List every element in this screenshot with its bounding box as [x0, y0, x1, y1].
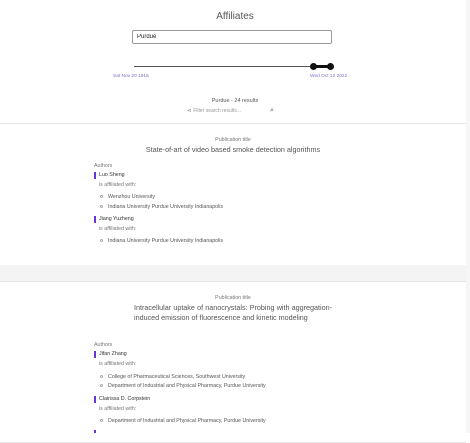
date-range-start-label: Sat Nov 20 1915 — [113, 74, 149, 79]
date-range-end-label: Wed Oct 12 2022 — [310, 74, 348, 79]
filter-placeholder: Filter search results... — [193, 108, 241, 114]
results-summary: Purdue - 24 results — [211, 98, 259, 104]
affiliation-item: Indiana University Purdue University Ind… — [100, 238, 223, 244]
page-title: Affiliates — [216, 11, 254, 22]
affiliation-name: Indiana University Purdue University Ind… — [108, 238, 224, 244]
bullet-icon — [100, 205, 103, 209]
affiliation-item: College of Pharmaceutical Sciences, Sout… — [100, 374, 245, 380]
date-range-track — [134, 66, 332, 67]
bullet-icon — [100, 375, 103, 379]
affiliated-with-label: is affiliated with: — [99, 226, 137, 232]
affiliation-name: Department of Industrial and Physical Ph… — [108, 383, 266, 389]
publication-title: State-of-art of video based smoke detect… — [145, 145, 321, 154]
authors-label: Authors — [94, 342, 113, 348]
date-range-start-handle[interactable] — [310, 63, 317, 70]
affiliation-item: Department of Industrial and Physical Ph… — [100, 418, 266, 424]
authors-label: Authors — [94, 163, 113, 169]
bullet-icon — [100, 419, 103, 423]
affiliation-name: Wenzhou University — [108, 194, 156, 200]
affiliation-item: Department of Industrial and Physical Ph… — [100, 383, 266, 389]
date-range-end-handle[interactable] — [327, 63, 334, 70]
affiliation-item: Indiana University Purdue University Ind… — [100, 204, 223, 210]
bullet-icon — [100, 384, 103, 388]
card-separator — [0, 265, 466, 281]
author-name[interactable]: Clairissa D. Corpstein — [94, 396, 150, 403]
author-name[interactable]: Jifan Zhang — [94, 351, 127, 358]
author-name[interactable]: Jiang Yuzheng — [94, 216, 134, 223]
filter-icon: ⊲ — [187, 108, 192, 114]
publication-title: Intracellular uptake of nanocrystals: Pr… — [134, 303, 332, 322]
affiliation-name: Indiana University Purdue University Ind… — [108, 204, 224, 210]
affiliation-name: College of Pharmaceutical Sciences, Sout… — [108, 374, 246, 380]
affiliation-item: Wenzhou University — [100, 194, 155, 200]
search-input[interactable] — [132, 30, 332, 44]
search-icon[interactable]: ⌕ — [270, 107, 274, 115]
publication-title-label: Publication title — [215, 137, 251, 143]
affiliated-with-label: is affiliated with: — [99, 182, 137, 188]
scrollbar[interactable] — [466, 0, 470, 433]
affiliation-name: Department of Industrial and Physical Ph… — [108, 418, 266, 424]
filter-input[interactable]: ⊲ Filter search results... — [187, 108, 241, 114]
bullet-icon — [100, 239, 103, 243]
author-name[interactable]: Luo Sheng — [94, 172, 125, 179]
publication-title-label: Publication title — [215, 295, 251, 301]
affiliated-with-label: is affiliated with: — [99, 361, 137, 367]
bullet-icon — [100, 195, 103, 199]
affiliated-with-label: is affiliated with: — [99, 406, 137, 412]
